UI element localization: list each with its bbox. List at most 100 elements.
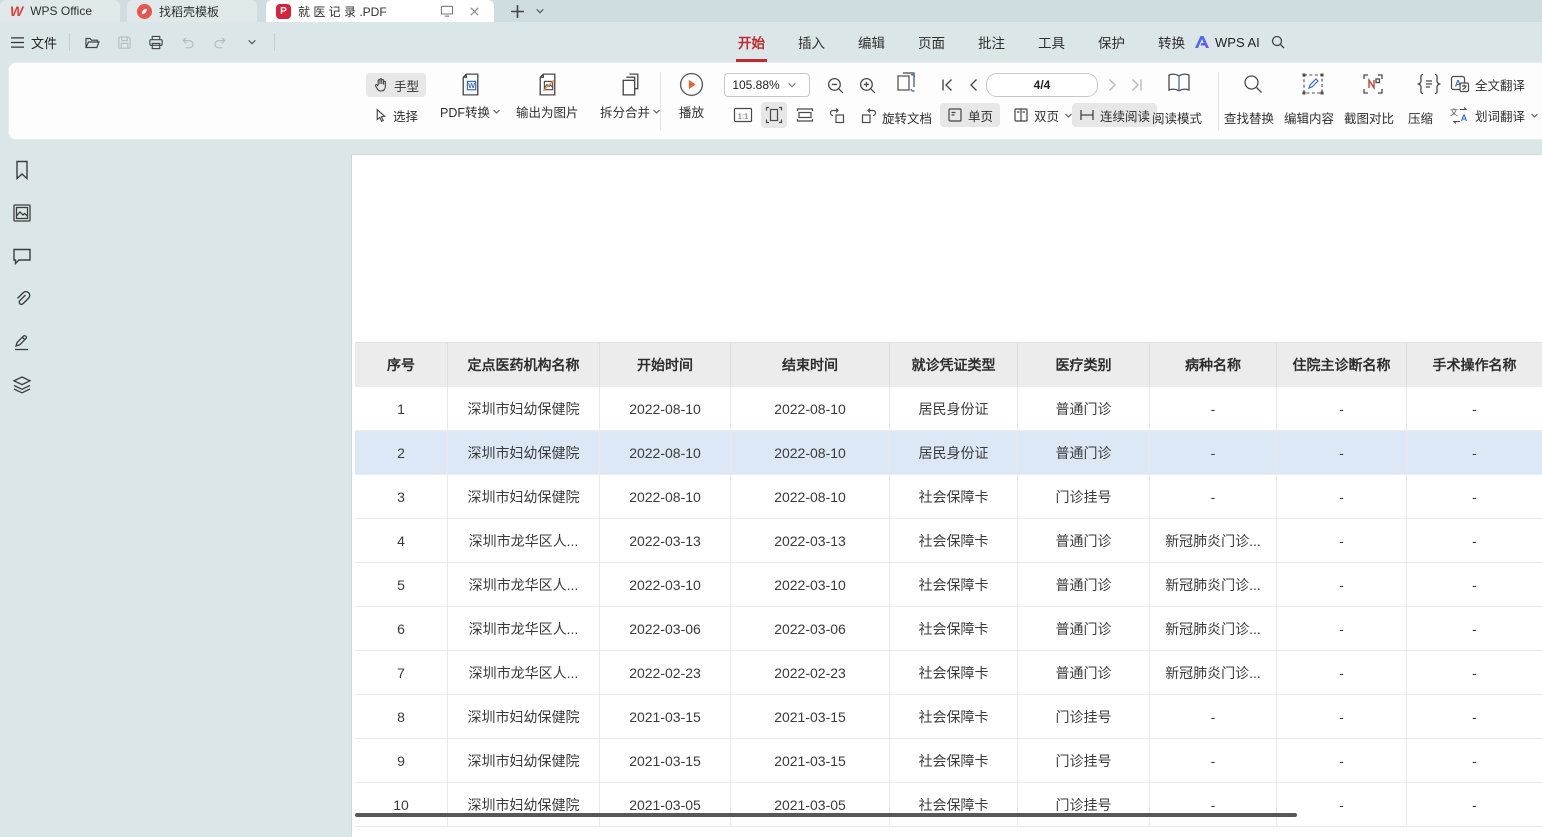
close-tab-icon[interactable] xyxy=(464,1,484,21)
find-replace-label[interactable]: 查找替换 xyxy=(1224,108,1274,127)
wps-ai-button[interactable]: WPS AI xyxy=(1194,22,1260,62)
previous-page-button[interactable] xyxy=(962,72,984,98)
tab-wps-office[interactable]: W WPS Office xyxy=(0,0,120,22)
rotate-right-button[interactable] xyxy=(856,103,882,129)
find-replace-icon[interactable] xyxy=(1240,71,1266,97)
continuous-reading-button[interactable]: 连续阅读 xyxy=(1072,103,1157,127)
word-translation-icon: 文 A xyxy=(1450,106,1470,124)
hand-tool-button[interactable]: 手型 xyxy=(366,73,426,97)
rotate-left-button[interactable] xyxy=(824,103,850,129)
divider xyxy=(660,72,661,130)
undo-history-chevron-icon[interactable] xyxy=(242,32,262,52)
present-to-screen-icon[interactable] xyxy=(437,1,457,21)
double-page-view-button[interactable]: 双页 xyxy=(1006,103,1080,127)
double-page-label: 双页 xyxy=(1034,106,1059,125)
table-cell: 2022-08-10 xyxy=(731,431,890,474)
fit-width-button[interactable] xyxy=(792,102,818,128)
table-cell: - xyxy=(1407,519,1542,562)
table-cell: 深圳市龙华区人... xyxy=(448,607,600,650)
last-page-button[interactable] xyxy=(1126,72,1148,98)
thumbnails-panel-icon[interactable] xyxy=(10,201,34,225)
horizontal-scrollbar-thumb[interactable] xyxy=(355,813,1297,817)
attachments-panel-icon[interactable] xyxy=(10,287,34,311)
zoom-in-button[interactable] xyxy=(854,72,880,98)
edit-content-label[interactable]: 编辑内容 xyxy=(1284,108,1334,127)
save-icon[interactable] xyxy=(114,32,134,52)
table-cell: 居民身份证 xyxy=(890,387,1018,430)
word-translation-label: 划词翻译 xyxy=(1475,106,1525,125)
ribbon-tab[interactable]: 工具 xyxy=(1036,23,1067,62)
ribbon-tab[interactable]: 插入 xyxy=(796,23,827,62)
page-number-control[interactable] xyxy=(986,73,1098,97)
tab-docer-templates[interactable]: 找稻壳模板 xyxy=(127,0,257,22)
ribbon-tab[interactable]: 开始 xyxy=(736,23,767,62)
single-page-view-button[interactable]: 单页 xyxy=(940,103,1000,127)
table-cell: 社会保障卡 xyxy=(890,519,1018,562)
play-slideshow-button[interactable]: 播放 xyxy=(678,71,705,121)
pdf-to-word-icon: W xyxy=(457,71,484,98)
screenshot-compare-label[interactable]: 截图对比 xyxy=(1344,108,1394,127)
table-cell: 深圳市龙华区人... xyxy=(448,519,600,562)
full-translation-button[interactable]: A 全文翻译 xyxy=(1448,72,1527,96)
table-cell: 2022-03-10 xyxy=(600,563,731,606)
ribbon-tabs: 开始插入编辑页面批注工具保护转换 xyxy=(736,22,1187,62)
full-translation-label: 全文翻译 xyxy=(1475,75,1525,94)
edit-content-icon[interactable] xyxy=(1300,71,1326,97)
comments-panel-icon[interactable] xyxy=(10,244,34,268)
table-cell: 居民身份证 xyxy=(890,431,1018,474)
open-file-icon[interactable] xyxy=(82,32,102,52)
layers-panel-icon[interactable] xyxy=(10,373,34,397)
rotate-document-label[interactable]: 旋转文档 xyxy=(882,108,932,127)
pdf-convert-button[interactable]: W PDF转换 xyxy=(440,71,501,121)
first-page-button[interactable] xyxy=(936,72,958,98)
table-cell: - xyxy=(1407,607,1542,650)
table-cell: 普通门诊 xyxy=(1018,387,1150,430)
rotate-document-icon[interactable] xyxy=(892,70,922,96)
tab-document-pdf[interactable]: P 就 医 记 录 .PDF xyxy=(266,0,494,22)
export-as-image-button[interactable]: 输出为图片 xyxy=(516,71,579,121)
table-cell: 深圳市妇幼保健院 xyxy=(448,783,600,826)
word-translation-button[interactable]: 文 A 划词翻译 xyxy=(1448,103,1541,127)
print-icon[interactable] xyxy=(146,32,166,52)
zoom-out-button[interactable] xyxy=(822,72,848,98)
ribbon-tab[interactable]: 编辑 xyxy=(856,23,887,62)
compress-label[interactable]: 压缩 xyxy=(1408,108,1433,127)
undo-icon[interactable] xyxy=(178,32,198,52)
docer-icon xyxy=(137,4,152,19)
ribbon-tab[interactable]: 保护 xyxy=(1096,23,1127,62)
table-cell: 5 xyxy=(355,563,448,606)
screenshot-compare-icon[interactable] xyxy=(1360,71,1386,97)
zoom-dropdown-chevron-icon[interactable] xyxy=(787,80,797,90)
ribbon-tab[interactable]: 转换 xyxy=(1156,23,1187,62)
read-mode-label[interactable]: 阅读模式 xyxy=(1152,108,1202,127)
table-cell: 3 xyxy=(355,475,448,518)
ribbon-search-icon[interactable] xyxy=(1270,22,1286,62)
next-page-button[interactable] xyxy=(1102,72,1124,98)
redo-icon[interactable] xyxy=(210,32,230,52)
zoom-level-control[interactable] xyxy=(724,73,810,97)
fit-page-button[interactable] xyxy=(761,102,787,128)
continuous-reading-label: 连续阅读 xyxy=(1100,106,1150,125)
bookmarks-panel-icon[interactable] xyxy=(10,158,34,182)
select-tool-button[interactable]: 选择 xyxy=(366,103,425,127)
compress-icon[interactable] xyxy=(1416,71,1442,97)
table-row: 2深圳市妇幼保健院2022-08-102022-08-10居民身份证普通门诊--… xyxy=(355,431,1542,475)
ribbon-tab[interactable]: 页面 xyxy=(916,23,947,62)
split-merge-button[interactable]: 拆分合并 xyxy=(600,71,661,121)
page-number-input[interactable] xyxy=(1010,77,1074,93)
tab-list-chevron-icon[interactable] xyxy=(535,6,545,16)
signature-panel-icon[interactable] xyxy=(10,330,34,354)
table-header-cell: 序号 xyxy=(355,343,448,387)
table-cell: 2021-03-15 xyxy=(731,739,890,782)
actual-size-button[interactable]: 1:1 xyxy=(730,102,756,128)
cursor-icon xyxy=(373,108,388,123)
table-cell: 社会保障卡 xyxy=(890,651,1018,694)
table-cell: 8 xyxy=(355,695,448,738)
table-row: 4深圳市龙华区人...2022-03-132022-03-13社会保障卡普通门诊… xyxy=(355,519,1542,563)
new-tab-icon[interactable] xyxy=(510,4,525,19)
read-mode-icon[interactable] xyxy=(1164,70,1194,96)
zoom-level-input[interactable] xyxy=(725,77,787,93)
file-menu-button[interactable]: 文件 xyxy=(10,33,57,52)
table-cell: 普通门诊 xyxy=(1018,563,1150,606)
ribbon-tab[interactable]: 批注 xyxy=(976,23,1007,62)
